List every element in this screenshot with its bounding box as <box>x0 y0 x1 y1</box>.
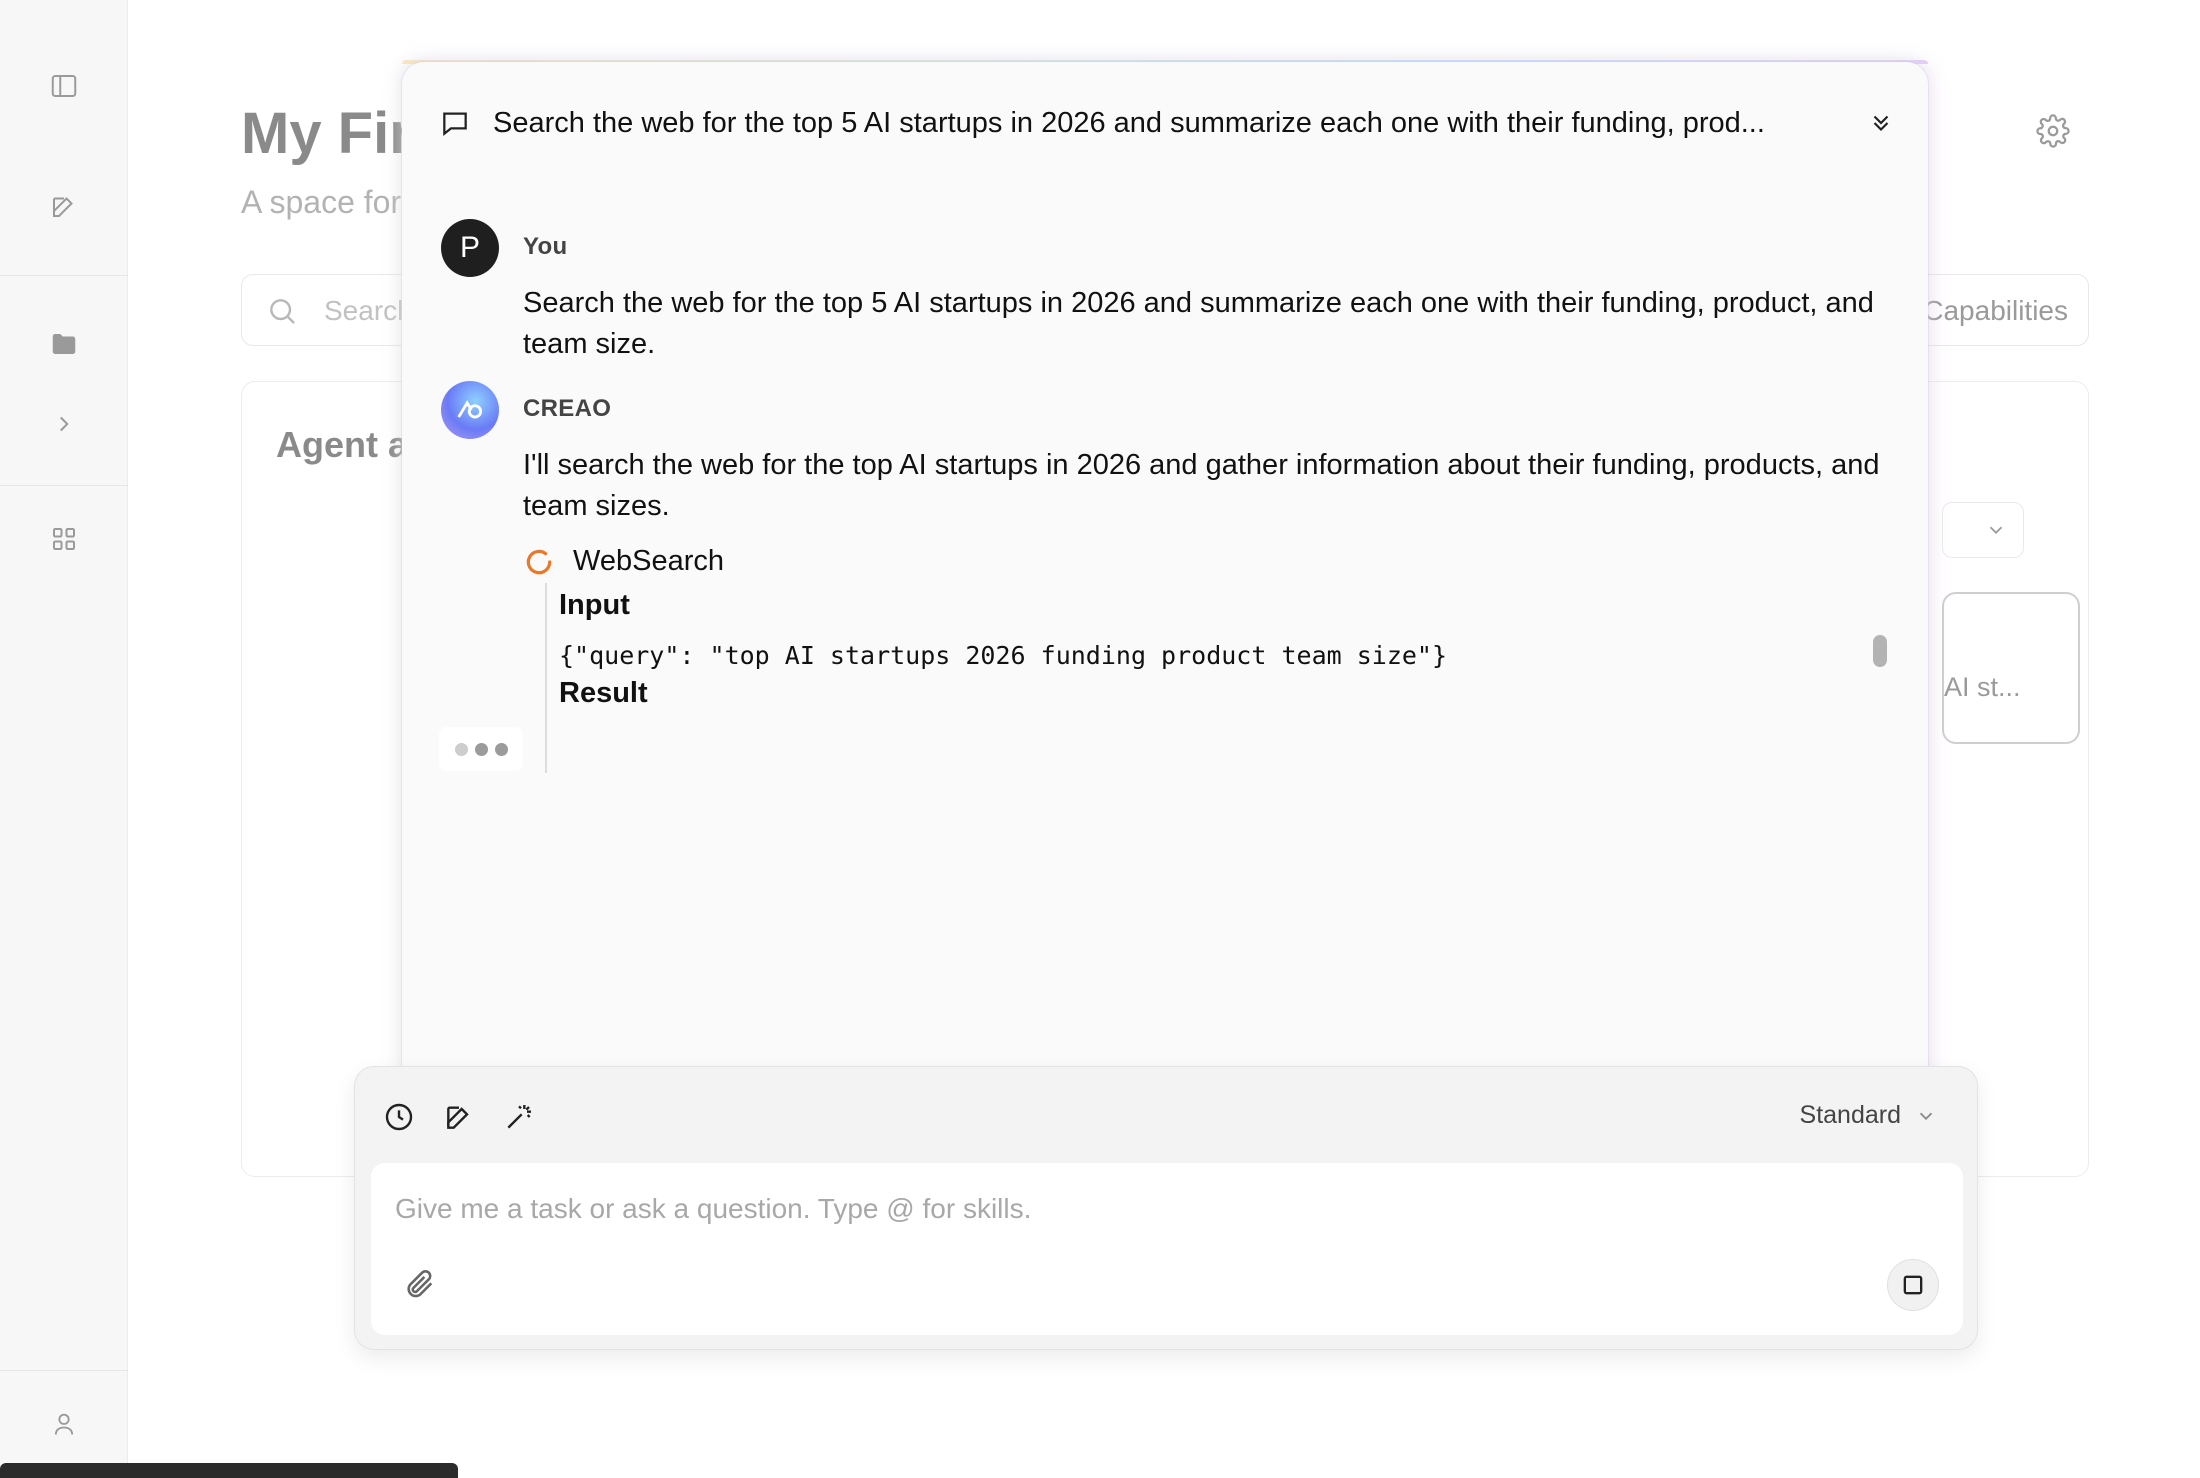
chat-header: Search the web for the top 5 AI startups… <box>439 101 1899 145</box>
chat-bubble-icon <box>439 105 475 141</box>
agent-card-title: Agent a <box>276 424 409 465</box>
message-input[interactable]: Give me a task or ask a question. Type @… <box>371 1163 1963 1335</box>
settings-gear-icon[interactable] <box>2036 114 2070 153</box>
message-input-placeholder: Give me a task or ask a question. Type @… <box>395 1193 1032 1224</box>
page-subtitle: A space for <box>241 184 402 220</box>
tool-name: WebSearch <box>573 545 724 577</box>
tool-call-body: Input {"query": "top AI startups 2026 fu… <box>545 583 1895 773</box>
typing-dot <box>494 742 508 756</box>
history-clock-icon[interactable] <box>379 1097 419 1137</box>
stop-square-icon <box>1903 1275 1923 1295</box>
user-sender-label: You <box>523 233 568 260</box>
capabilities-button[interactable]: Capabilities <box>1923 295 2068 327</box>
search-icon <box>266 295 298 332</box>
chevron-down-icon <box>1919 1112 1933 1120</box>
user-avatar: P <box>441 219 499 277</box>
agent-item-card[interactable]: AI st... <box>1942 592 2080 744</box>
assistant-message: I'll search the web for the top AI start… <box>523 449 1880 522</box>
agent-item-text: AI st... <box>1944 672 2021 702</box>
new-chat-icon[interactable] <box>40 182 88 230</box>
sidebar-divider <box>0 1370 128 1371</box>
search-placeholder: Search <box>324 295 413 326</box>
sidebar-divider <box>0 485 128 486</box>
tool-input-scrollbar[interactable] <box>1873 635 1887 667</box>
mode-selector[interactable]: Standard <box>1800 1101 1937 1130</box>
bottom-toast-bar <box>0 1463 458 1478</box>
attach-paperclip-icon[interactable] <box>403 1267 437 1306</box>
page-title: My Fir <box>241 101 412 166</box>
typing-dot <box>454 742 468 756</box>
collapse-chevrons-icon[interactable] <box>1863 105 1899 141</box>
sidebar <box>0 0 128 1478</box>
assistant-sender-label: CREAO <box>523 395 612 422</box>
typing-indicator <box>439 727 523 771</box>
user-message: Search the web for the top 5 AI startups… <box>523 287 1874 360</box>
chat-header-title: Search the web for the top 5 AI startups… <box>493 106 1765 139</box>
expand-chevron-icon[interactable] <box>40 400 88 448</box>
edit-compose-icon[interactable] <box>439 1097 479 1137</box>
creao-avatar <box>441 381 499 439</box>
tool-call-header[interactable]: WebSearch <box>523 545 724 578</box>
card-dropdown[interactable] <box>1942 502 2024 558</box>
tool-input-label: Input <box>559 589 630 621</box>
chat-panel: Search the web for the top 5 AI startups… <box>402 62 1928 1092</box>
tool-result-label: Result <box>559 677 648 709</box>
toggle-sidebar-icon[interactable] <box>40 62 88 110</box>
mode-label: Standard <box>1799 1101 1901 1129</box>
tool-input-value: {"query": "top AI startups 2026 funding … <box>559 641 1448 670</box>
typing-dot <box>474 742 488 756</box>
composer: Standard Give me a task or ask a questio… <box>354 1066 1978 1350</box>
creao-logo-icon <box>457 400 483 419</box>
apps-grid-icon[interactable] <box>40 515 88 563</box>
user-profile-icon[interactable] <box>40 1400 88 1448</box>
sidebar-divider <box>0 275 128 276</box>
folder-icon[interactable] <box>40 320 88 368</box>
loading-spinner-icon <box>526 549 552 574</box>
magic-wand-icon[interactable] <box>499 1097 539 1137</box>
stop-button[interactable] <box>1887 1259 1939 1311</box>
chevron-down-icon <box>1989 526 2003 535</box>
